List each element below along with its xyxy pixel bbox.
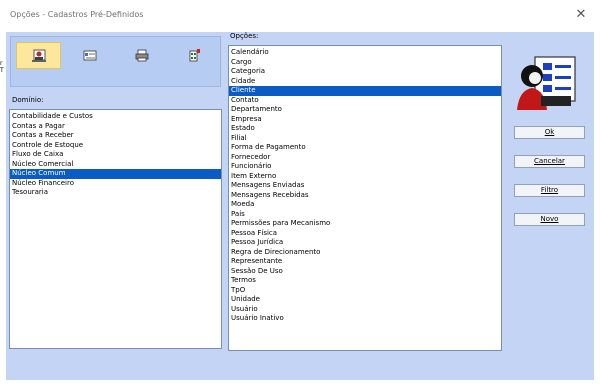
dominio-item-selected[interactable]: Núcleo Comum — [10, 169, 221, 179]
dominio-item[interactable]: Tesouraria — [10, 188, 221, 198]
opcoes-item[interactable]: Sessão De Uso — [229, 267, 501, 277]
domain-toolbar — [10, 36, 221, 87]
opcoes-item[interactable]: Estado — [229, 124, 501, 134]
opcoes-item[interactable]: Representante — [229, 257, 501, 267]
opcoes-item[interactable]: Unidade — [229, 295, 501, 305]
opcoes-list[interactable]: Calendário Cargo Categoria Cidade Client… — [228, 45, 502, 351]
printer-icon — [135, 49, 149, 62]
user-card-icon — [32, 49, 46, 62]
opcoes-item[interactable]: Cidade — [229, 77, 501, 87]
opcoes-item-selected[interactable]: Cliente — [229, 86, 501, 96]
dominio-item[interactable]: Núcleo Financeiro — [10, 179, 221, 189]
filtro-button[interactable]: Filtro — [514, 184, 585, 197]
opcoes-item[interactable]: Empresa — [229, 115, 501, 125]
dominio-label: Domínio: — [12, 96, 44, 104]
opcoes-label: Opções: — [230, 32, 259, 40]
close-icon: ✕ — [575, 7, 587, 22]
building-icon — [189, 49, 200, 62]
opcoes-item[interactable]: Regra de Direcionamento — [229, 248, 501, 258]
opcoes-item[interactable]: Mensagens Enviadas — [229, 181, 501, 191]
dominio-item[interactable]: Contas a Pagar — [10, 122, 221, 132]
toolbar-button-form[interactable] — [68, 42, 113, 69]
opcoes-item[interactable]: Filial — [229, 134, 501, 144]
dominio-item[interactable]: Fluxo de Caixa — [10, 150, 221, 160]
title-bar: Opções - Cadastros Pré-Definidos ✕ — [0, 0, 600, 32]
toolbar-button-user-card[interactable] — [16, 42, 61, 69]
user-list-icon — [517, 56, 576, 110]
opcoes-item[interactable]: Item Externo — [229, 172, 501, 182]
opcoes-item[interactable]: Moeda — [229, 200, 501, 210]
opcoes-item[interactable]: Contato — [229, 96, 501, 106]
window-title: Opções - Cadastros Pré-Definidos — [10, 10, 144, 19]
ok-button-label: Ok — [544, 128, 555, 136]
opcoes-item[interactable]: Categoria — [229, 67, 501, 77]
filtro-button-label: Filtro — [540, 186, 559, 194]
opcoes-item[interactable]: TpO — [229, 286, 501, 296]
opcoes-item[interactable]: Usuário — [229, 305, 501, 315]
opcoes-item[interactable]: Termos — [229, 276, 501, 286]
opcoes-item[interactable]: Fornecedor — [229, 153, 501, 163]
opcoes-item[interactable]: Pessoa Física — [229, 229, 501, 239]
opcoes-item[interactable]: Forma de Pagamento — [229, 143, 501, 153]
ok-button[interactable]: Ok — [514, 126, 585, 139]
cancelar-button-label: Cancelar — [534, 157, 565, 165]
opcoes-item[interactable]: Pessoa Jurídica — [229, 238, 501, 248]
novo-button-label: Novo — [540, 215, 559, 223]
opcoes-item[interactable]: Cargo — [229, 58, 501, 68]
toolbar-button-printer[interactable] — [120, 42, 165, 69]
dominio-item[interactable]: Contas a Receber — [10, 131, 221, 141]
cancelar-button[interactable]: Cancelar — [514, 155, 585, 168]
opcoes-item[interactable]: Funcionário — [229, 162, 501, 172]
opcoes-item[interactable]: Usuário Inativo — [229, 314, 501, 324]
dominio-item[interactable]: Contabilidade e Custos — [10, 112, 221, 122]
opcoes-item[interactable]: País — [229, 210, 501, 220]
toolbar-button-building[interactable] — [172, 42, 217, 69]
opcoes-item[interactable]: Permissões para Mecanismo — [229, 219, 501, 229]
novo-button[interactable]: Novo — [514, 213, 585, 226]
opcoes-item[interactable]: Calendário — [229, 48, 501, 58]
opcoes-item[interactable]: Departamento — [229, 105, 501, 115]
opcoes-item[interactable]: Mensagens Recebidas — [229, 191, 501, 201]
dominio-item[interactable]: Controle de Estoque — [10, 141, 221, 151]
close-button[interactable]: ✕ — [570, 5, 592, 25]
dominio-list[interactable]: Contabilidade e Custos Contas a Pagar Co… — [9, 109, 222, 349]
bottom-strip — [0, 383, 600, 388]
dominio-item[interactable]: Núcleo Comercial — [10, 160, 221, 170]
form-icon — [83, 50, 97, 61]
